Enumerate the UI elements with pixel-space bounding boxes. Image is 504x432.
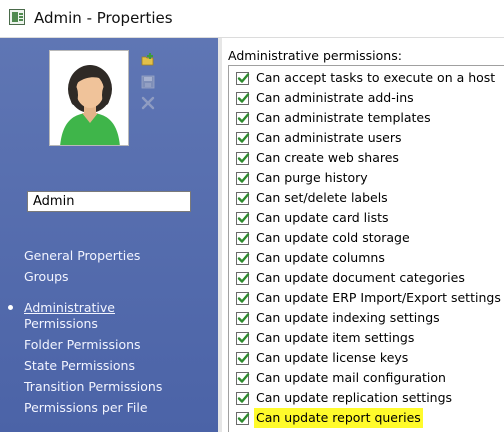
user-name-field[interactable]: [27, 191, 191, 212]
checkbox-checked-icon[interactable]: [236, 231, 250, 245]
permission-label: Can administrate add-ins: [256, 90, 414, 105]
active-bullet-icon: [8, 305, 13, 310]
app-icon: [9, 9, 25, 25]
add-folder-icon[interactable]: [141, 53, 155, 67]
permission-label: Can create web shares: [256, 150, 399, 165]
permission-label: Can accept tasks to execute on a host: [256, 70, 496, 85]
checkbox-checked-icon[interactable]: [236, 391, 250, 405]
permission-label: Can update replication settings: [256, 390, 453, 405]
permissions-list: Can accept tasks to execute on a host Can…: [228, 65, 504, 432]
checkbox-checked-icon[interactable]: [236, 371, 250, 385]
permission-row[interactable]: Can update card lists: [236, 208, 391, 228]
permission-label: Can update card lists: [256, 210, 389, 225]
permissions-header: Administrative permissions:: [228, 48, 402, 63]
permission-row[interactable]: Can update columns: [236, 248, 387, 268]
nav-item-permissions-per-file[interactable]: Permissions per File: [24, 400, 148, 416]
nav-item-label: State Permissions: [24, 358, 135, 373]
nav-item-label: Groups: [24, 269, 69, 284]
permission-row[interactable]: Can accept tasks to execute on a host: [236, 68, 497, 88]
checkbox-checked-icon[interactable]: [236, 211, 250, 225]
permission-label: Can update ERP Import/Export settings: [256, 290, 501, 305]
permission-row[interactable]: Can update document categories: [236, 268, 467, 288]
permission-row[interactable]: Can update cold storage: [236, 228, 412, 248]
permission-label: Can update indexing settings: [256, 310, 440, 325]
permission-row[interactable]: Can update ERP Import/Export settings: [236, 288, 503, 308]
permission-label: Can update report queries: [254, 408, 423, 428]
checkbox-checked-icon[interactable]: [236, 351, 250, 365]
nav-item-general-properties[interactable]: General Properties: [24, 248, 140, 264]
checkbox-checked-icon[interactable]: [236, 251, 250, 265]
permission-row[interactable]: Can update replication settings: [236, 388, 454, 408]
checkbox-checked-icon[interactable]: [236, 71, 250, 85]
nav-item-label: Transition Permissions: [24, 379, 163, 394]
nav-item-state-permissions[interactable]: State Permissions: [24, 358, 135, 374]
permission-row[interactable]: Can administrate templates: [236, 108, 433, 128]
permission-row[interactable]: Can administrate users: [236, 128, 403, 148]
save-icon[interactable]: [141, 75, 155, 89]
permission-row[interactable]: Can update indexing settings: [236, 308, 442, 328]
permission-row[interactable]: Can create web shares: [236, 148, 401, 168]
permission-row[interactable]: Can administrate add-ins: [236, 88, 416, 108]
permission-row[interactable]: Can purge history: [236, 168, 370, 188]
nav-item-label: Administrative: [24, 300, 115, 315]
checkbox-checked-icon[interactable]: [236, 131, 250, 145]
permission-row[interactable]: Can set/delete labels: [236, 188, 390, 208]
permission-row[interactable]: Can update mail configuration: [236, 368, 448, 388]
delete-icon[interactable]: [141, 96, 155, 110]
checkbox-checked-icon[interactable]: [236, 171, 250, 185]
left-panel: General Properties Groups Administrative…: [0, 38, 218, 432]
checkbox-checked-icon[interactable]: [236, 331, 250, 345]
permission-label: Can administrate users: [256, 130, 402, 145]
permission-label: Can update mail configuration: [256, 370, 446, 385]
nav-item-administrative-permissions[interactable]: Administrative Permissions: [8, 300, 115, 332]
permission-label: Can update columns: [256, 250, 385, 265]
checkbox-checked-icon[interactable]: [236, 271, 250, 285]
nav-item-transition-permissions[interactable]: Transition Permissions: [24, 379, 162, 395]
checkbox-checked-icon[interactable]: [236, 151, 250, 165]
nav-item-label: Permissions per File: [24, 400, 148, 415]
permission-label: Can update document categories: [256, 270, 465, 285]
splitter[interactable]: [218, 38, 222, 432]
checkbox-checked-icon[interactable]: [236, 91, 250, 105]
nav-item-label: General Properties: [24, 248, 141, 263]
permission-row[interactable]: Can update report queries: [236, 408, 423, 428]
checkbox-checked-icon[interactable]: [236, 411, 250, 425]
nav-item-label-line2: Permissions: [24, 316, 98, 331]
title-bar: Admin - Properties: [0, 0, 504, 38]
permission-label: Can purge history: [256, 170, 368, 185]
permission-label: Can update cold storage: [256, 230, 410, 245]
permission-label: Can set/delete labels: [256, 190, 388, 205]
permission-row[interactable]: Can update item settings: [236, 328, 416, 348]
user-avatar-icon[interactable]: [49, 50, 129, 146]
permission-row[interactable]: Can update license keys: [236, 348, 410, 368]
checkbox-checked-icon[interactable]: [236, 291, 250, 305]
nav-item-groups[interactable]: Groups: [24, 269, 69, 285]
window-title: Admin - Properties: [34, 9, 173, 27]
nav-item-folder-permissions[interactable]: Folder Permissions: [24, 337, 141, 353]
checkbox-checked-icon[interactable]: [236, 191, 250, 205]
checkbox-checked-icon[interactable]: [236, 311, 250, 325]
permission-label: Can administrate templates: [256, 110, 431, 125]
permission-label: Can update license keys: [256, 350, 409, 365]
nav-item-label: Folder Permissions: [24, 337, 141, 352]
checkbox-checked-icon[interactable]: [236, 111, 250, 125]
permission-label: Can update item settings: [256, 330, 415, 345]
